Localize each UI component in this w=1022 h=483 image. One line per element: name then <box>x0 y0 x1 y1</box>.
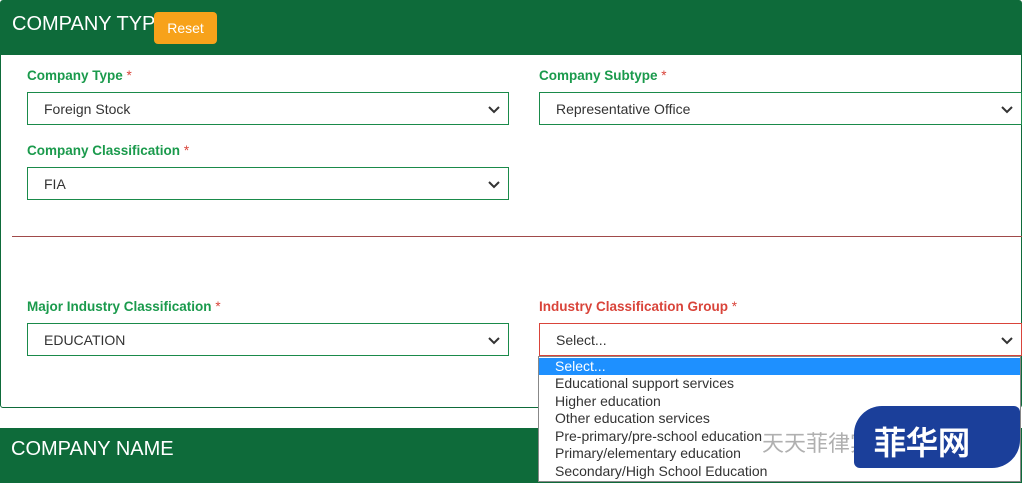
chevron-down-icon <box>1001 337 1013 345</box>
dropdown-option[interactable]: Select... <box>539 358 1020 375</box>
company-type-select[interactable]: Foreign Stock <box>27 92 509 125</box>
dropdown-option[interactable]: Educational support services <box>539 375 1020 392</box>
chevron-down-icon <box>1001 106 1013 114</box>
company-type-header: COMPANY TYPE Reset <box>1 1 1021 55</box>
company-subtype-label-text: Company Subtype <box>539 68 658 83</box>
required-marker: * <box>215 299 221 314</box>
company-type-label-text: Company Type <box>27 68 123 83</box>
section-divider <box>12 236 1022 237</box>
major-industry-value: EDUCATION <box>44 332 126 348</box>
watermark-logo-text: 菲华网 <box>874 424 971 462</box>
major-industry-select[interactable]: EDUCATION <box>27 323 509 356</box>
chevron-down-icon <box>488 106 500 114</box>
company-subtype-select[interactable]: Representative Office <box>539 92 1022 125</box>
industry-group-label-text: Industry Classification Group <box>539 299 729 314</box>
reset-button[interactable]: Reset <box>154 12 217 44</box>
company-classification-label-text: Company Classification <box>27 143 181 158</box>
required-marker: * <box>183 143 190 158</box>
required-marker: * <box>661 68 667 83</box>
industry-group-value: Select... <box>556 332 607 348</box>
company-classification-label: Company Classification * <box>27 143 189 158</box>
major-industry-label: Major Industry Classification * <box>27 299 221 314</box>
company-type-label: Company Type * <box>27 68 132 83</box>
required-marker: * <box>126 68 132 83</box>
company-classification-select[interactable]: FIA <box>27 167 509 200</box>
company-type-panel: COMPANY TYPE Reset Company Type * Foreig… <box>0 0 1022 408</box>
required-marker: * <box>731 299 738 314</box>
company-subtype-label: Company Subtype * <box>539 68 667 83</box>
section-title: COMPANY TYPE <box>12 13 169 35</box>
major-industry-label-text: Major Industry Classification <box>27 299 212 314</box>
chevron-down-icon <box>488 181 500 189</box>
company-classification-value: FIA <box>44 176 66 192</box>
watermark: 天天菲律宾 菲华网 <box>732 402 1022 472</box>
company-type-value: Foreign Stock <box>44 101 131 117</box>
industry-group-select[interactable]: Select... <box>539 323 1022 356</box>
chevron-down-icon <box>488 337 500 345</box>
watermark-logo: 菲华网 <box>854 406 1020 468</box>
section-title: COMPANY NAME <box>11 438 174 460</box>
company-subtype-value: Representative Office <box>556 101 691 117</box>
industry-group-label: Industry Classification Group * <box>539 299 737 314</box>
